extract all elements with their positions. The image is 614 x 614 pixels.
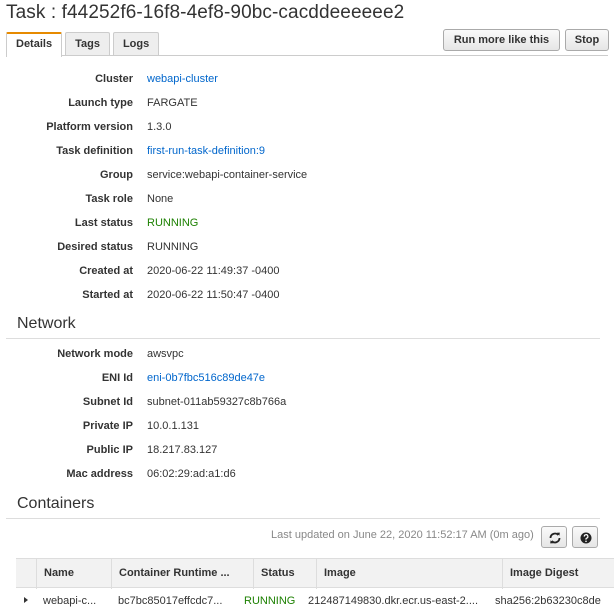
detail-label: Created at [79, 265, 133, 277]
cluster-link[interactable]: webapi-cluster [147, 73, 218, 85]
detail-cluster: Cluster webapi-cluster [0, 68, 614, 92]
detail-value: awsvpc [147, 348, 184, 360]
help-button[interactable] [572, 526, 598, 548]
containers-section-title: Containers [17, 495, 95, 512]
network-public-ip: Public IP 18.217.83.127 [0, 439, 614, 463]
detail-value: 06:02:29:ad:a1:d6 [147, 468, 236, 480]
detail-label: Started at [82, 289, 133, 301]
tab-logs[interactable]: Logs [112, 32, 160, 56]
column-header-runtime[interactable]: Container Runtime ... [111, 559, 253, 589]
detail-value: subnet-011ab59327c8b766a [147, 396, 287, 408]
network-divider [6, 338, 600, 339]
run-more-button[interactable]: Run more like this [443, 29, 560, 51]
tab-bar: Details Tags Logs [6, 32, 162, 57]
column-header-name[interactable]: Name [36, 559, 111, 589]
expand-caret-icon[interactable] [24, 597, 28, 603]
detail-last-status: Last status RUNNING [0, 212, 614, 236]
column-header-status[interactable]: Status [253, 559, 316, 589]
last-status-value: RUNNING [147, 217, 199, 229]
detail-label: Subnet Id [82, 396, 133, 408]
detail-value: FARGATE [147, 97, 198, 109]
refresh-button[interactable] [541, 526, 567, 548]
detail-launch-type: Launch type FARGATE [0, 92, 614, 116]
detail-created-at: Created at 2020-06-22 11:49:37 -0400 [0, 260, 614, 284]
detail-value: 2020-06-22 11:50:47 -0400 [147, 289, 280, 301]
tab-details[interactable]: Details [6, 32, 63, 57]
tab-tags[interactable]: Tags [65, 32, 110, 56]
detail-value: 1.3.0 [147, 121, 172, 133]
detail-started-at: Started at 2020-06-22 11:50:47 -0400 [0, 284, 614, 308]
containers-table-header: Name Container Runtime ... Status Image … [16, 558, 614, 589]
detail-value: None [147, 193, 174, 205]
column-header-image[interactable]: Image [316, 559, 502, 589]
network-private-ip: Private IP 10.0.1.131 [0, 415, 614, 439]
container-status: RUNNING [244, 595, 296, 607]
eni-id-link[interactable]: eni-0b7fbc516c89de47e [147, 372, 265, 384]
network-subnet-id: Subnet Id subnet-011ab59327c8b766a [0, 391, 614, 415]
detail-label: Mac address [66, 468, 133, 480]
detail-label: Launch type [68, 97, 133, 109]
detail-value: RUNNING [147, 241, 199, 253]
task-definition-link[interactable]: first-run-task-definition:9 [147, 145, 265, 157]
last-updated-text: Last updated on June 22, 2020 11:52:17 A… [271, 529, 534, 541]
detail-label: Task definition [56, 145, 133, 157]
containers-divider [6, 518, 600, 519]
table-row[interactable]: webapi-c... bc7bc85017effcdc7... RUNNING… [16, 589, 614, 613]
detail-value: 18.217.83.127 [147, 444, 218, 456]
detail-label: Platform version [46, 121, 133, 133]
stop-button[interactable]: Stop [565, 29, 609, 51]
container-runtime-id: bc7bc85017effcdc7... [118, 595, 223, 607]
network-eni-id: ENI Id eni-0b7fbc516c89de47e [0, 367, 614, 391]
detail-label: Cluster [95, 73, 133, 85]
refresh-icon [549, 532, 561, 544]
tabs-divider [6, 55, 608, 56]
detail-label: Task role [85, 193, 134, 205]
detail-label: Public IP [86, 444, 133, 456]
detail-desired-status: Desired status RUNNING [0, 236, 614, 260]
detail-label: Group [100, 169, 133, 181]
container-image: 212487149830.dkr.ecr.us-east-2.... [308, 595, 479, 607]
container-name[interactable]: webapi-c... [43, 595, 109, 607]
detail-label: Private IP [82, 420, 133, 432]
column-header-image-digest[interactable]: Image Digest [502, 559, 614, 589]
container-image-digest: sha256:2b63230c8de [495, 595, 601, 607]
detail-label: Desired status [57, 241, 133, 253]
help-icon [580, 532, 592, 544]
detail-value: 10.0.1.131 [147, 420, 199, 432]
network-mode: Network mode awsvpc [0, 343, 614, 367]
network-section-title: Network [17, 315, 76, 332]
detail-task-definition: Task definition first-run-task-definitio… [0, 140, 614, 164]
detail-label: ENI Id [101, 372, 133, 384]
detail-group: Group service:webapi-container-service [0, 164, 614, 188]
detail-value: 2020-06-22 11:49:37 -0400 [147, 265, 280, 277]
detail-value: service:webapi-container-service [147, 169, 308, 181]
detail-label: Last status [74, 217, 133, 229]
page-title: Task : f44252f6-16f8-4ef8-90bc-cacddeeee… [6, 2, 405, 23]
detail-platform-version: Platform version 1.3.0 [0, 116, 614, 140]
detail-task-role: Task role None [0, 188, 614, 212]
network-mac-address: Mac address 06:02:29:ad:a1:d6 [0, 463, 614, 487]
detail-label: Network mode [57, 348, 133, 360]
